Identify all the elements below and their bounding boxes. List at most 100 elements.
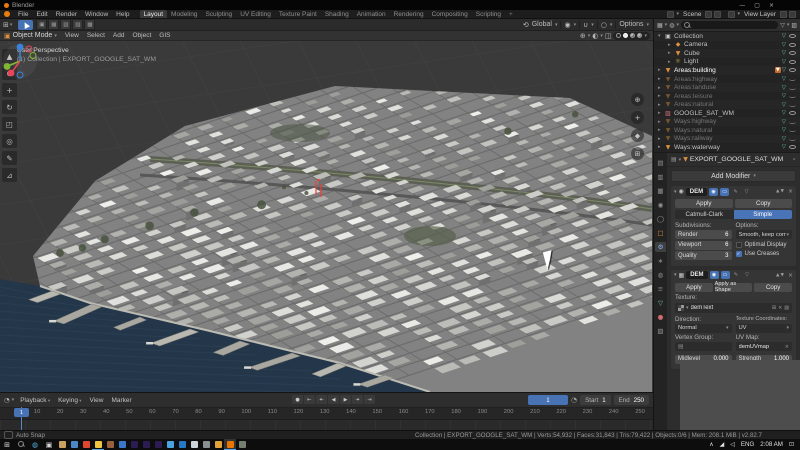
timeline-menu-item[interactable]: View	[85, 397, 107, 404]
viewport-menu-item[interactable]: Object	[128, 32, 155, 39]
properties-tab-material[interactable]: ●	[655, 312, 666, 322]
scale[interactable]: ◰	[2, 117, 17, 131]
viewport-menu-item[interactable]: Select	[83, 32, 109, 39]
outliner-search-input[interactable]	[681, 21, 778, 29]
zoom[interactable]: ⊕	[631, 93, 644, 106]
taskbar-file-explorer[interactable]	[92, 439, 104, 450]
properties-tab-particles[interactable]: ∗	[655, 256, 666, 266]
outliner-row[interactable]: ▼ Ways:railway	[654, 135, 800, 144]
material-shading-button[interactable]	[630, 33, 635, 38]
outliner-row[interactable]: ▼ Cube	[654, 49, 800, 58]
apply-button[interactable]: Apply	[675, 199, 733, 208]
wireframe-shading-button[interactable]	[616, 33, 621, 38]
texture-coordinates-dropdown[interactable]: UV▾	[736, 324, 793, 333]
visibility-toggle[interactable]	[789, 43, 796, 47]
outliner-row[interactable]: ▼ Areas:leisure	[654, 92, 800, 101]
scene-selector[interactable]: Scene	[681, 11, 703, 18]
taskbar-app-gray[interactable]	[200, 439, 212, 450]
taskbar-app-tan[interactable]	[56, 439, 68, 450]
outliner-row[interactable]: ▼ Areas:natural	[654, 100, 800, 109]
modifier-name-field[interactable]: DEM	[686, 188, 707, 196]
properties-tab-world[interactable]: ◯	[655, 214, 666, 224]
task-view-button[interactable]: ▣	[42, 441, 56, 449]
taskbar-phone[interactable]	[188, 439, 200, 450]
menu-item[interactable]: Help	[112, 11, 133, 18]
view-layer-new-button[interactable]	[780, 11, 787, 18]
uv-map-field[interactable]: demUVmap×	[736, 342, 793, 351]
visibility-toggle[interactable]	[789, 51, 796, 55]
taskbar-blender[interactable]	[224, 439, 236, 450]
workspace-tab[interactable]: Layout	[140, 10, 168, 18]
use-creases-checkbox[interactable]: ✓Use Creases	[736, 250, 793, 259]
current-frame-field[interactable]: 1	[528, 395, 568, 405]
workspace-tab[interactable]: UV Editing	[236, 10, 275, 18]
key-next[interactable]: ↠	[352, 395, 363, 404]
properties-tab-view-layer[interactable]: ▦	[655, 186, 666, 196]
properties-tab-constraints[interactable]: ≡	[655, 284, 666, 294]
move-down-icon[interactable]: ▼	[781, 189, 784, 194]
menu-item[interactable]: File	[14, 11, 32, 18]
annotate[interactable]: ✎	[2, 151, 17, 165]
outliner-row[interactable]: ▼ Ways:waterway	[654, 143, 800, 152]
render-visibility-toggle[interactable]: ◉	[710, 271, 719, 279]
visibility-toggle[interactable]	[789, 94, 796, 98]
properties-tab-output[interactable]: ▥	[655, 172, 666, 182]
new-collection-icon[interactable]: ▨	[791, 22, 797, 29]
uv-smooth-dropdown[interactable]: Smooth, keep corners▾	[736, 230, 793, 239]
scene-new-button[interactable]	[705, 11, 712, 18]
editor-type-button[interactable]: ⊞▾	[0, 21, 15, 29]
move[interactable]: +	[2, 83, 17, 97]
select-mode-icon[interactable]: ▧	[60, 19, 71, 30]
viewport-menu-item[interactable]: Add	[109, 32, 129, 39]
blender-menu-icon[interactable]	[4, 11, 10, 17]
cortana-button[interactable]: ◍	[28, 441, 42, 449]
select-mode-icon[interactable]: ▦	[48, 19, 59, 30]
close-button[interactable]: ×	[769, 2, 774, 9]
select-mode-icon[interactable]: ▨	[72, 19, 83, 30]
direction-dropdown[interactable]: Normal▾	[675, 324, 732, 333]
outliner-row[interactable]: ☼ Light	[654, 58, 800, 67]
visibility-toggle[interactable]	[789, 145, 796, 149]
outliner-row[interactable]: ▼ Areas:highway	[654, 75, 800, 84]
key-prev[interactable]: ↞	[316, 395, 327, 404]
visibility-toggle[interactable]	[789, 77, 796, 81]
taskbar-app-blue2[interactable]	[116, 439, 128, 450]
delete-modifier-icon[interactable]: ×	[788, 272, 793, 279]
filter-funnel-icon[interactable]: ▽	[780, 22, 785, 29]
network-icon[interactable]: ◢	[720, 441, 725, 448]
outliner-row[interactable]: ◆ Camera	[654, 41, 800, 50]
frame-end-field[interactable]: End250	[614, 395, 649, 405]
scene-unlink-button[interactable]	[714, 11, 721, 18]
properties-tab-object[interactable]: □	[655, 228, 666, 238]
active-tool-select-box[interactable]	[18, 20, 33, 30]
navigation-gizmo[interactable]	[0, 41, 40, 81]
taskbar-app-coin[interactable]	[212, 439, 224, 450]
workspace-tab[interactable]: Scripting	[472, 10, 505, 18]
properties-tab-render[interactable]: ▤	[655, 158, 666, 168]
start-button[interactable]: ⊞	[0, 441, 14, 449]
delete-modifier-icon[interactable]: ×	[788, 188, 793, 195]
editor-type-icon[interactable]: ▤	[671, 156, 677, 163]
show-overlays-toggle[interactable]: ◐	[592, 32, 598, 40]
workspace-tab[interactable]: Shading	[321, 10, 353, 18]
camera[interactable]: ◆	[631, 129, 644, 142]
cage-toggle[interactable]: ▽	[742, 188, 751, 196]
menu-item[interactable]: Render	[52, 11, 81, 18]
select-mode-icon[interactable]: ▩	[84, 19, 95, 30]
record[interactable]: ●	[292, 395, 303, 404]
outliner-row[interactable]: ▣ Collection	[654, 32, 800, 41]
measure[interactable]: ⊿	[2, 168, 17, 182]
workspace-tab[interactable]: Rendering	[390, 10, 428, 18]
view-layer-selector[interactable]: View Layer	[742, 11, 778, 18]
taskbar-lightroom[interactable]	[140, 439, 152, 450]
play[interactable]: ▶	[340, 395, 351, 404]
collapse-arrow-icon[interactable]: ▾	[674, 272, 677, 278]
visibility-toggle[interactable]	[789, 68, 796, 72]
edit-mode-toggle[interactable]: ✎	[732, 271, 741, 279]
search-button[interactable]	[14, 441, 28, 449]
visibility-toggle[interactable]	[789, 60, 796, 64]
jump-first[interactable]: ⇤	[304, 395, 315, 404]
pin-icon[interactable]: ∘	[792, 156, 796, 163]
viewport-menu-item[interactable]: GIS	[155, 32, 174, 39]
copy-button[interactable]: Copy	[735, 199, 793, 208]
